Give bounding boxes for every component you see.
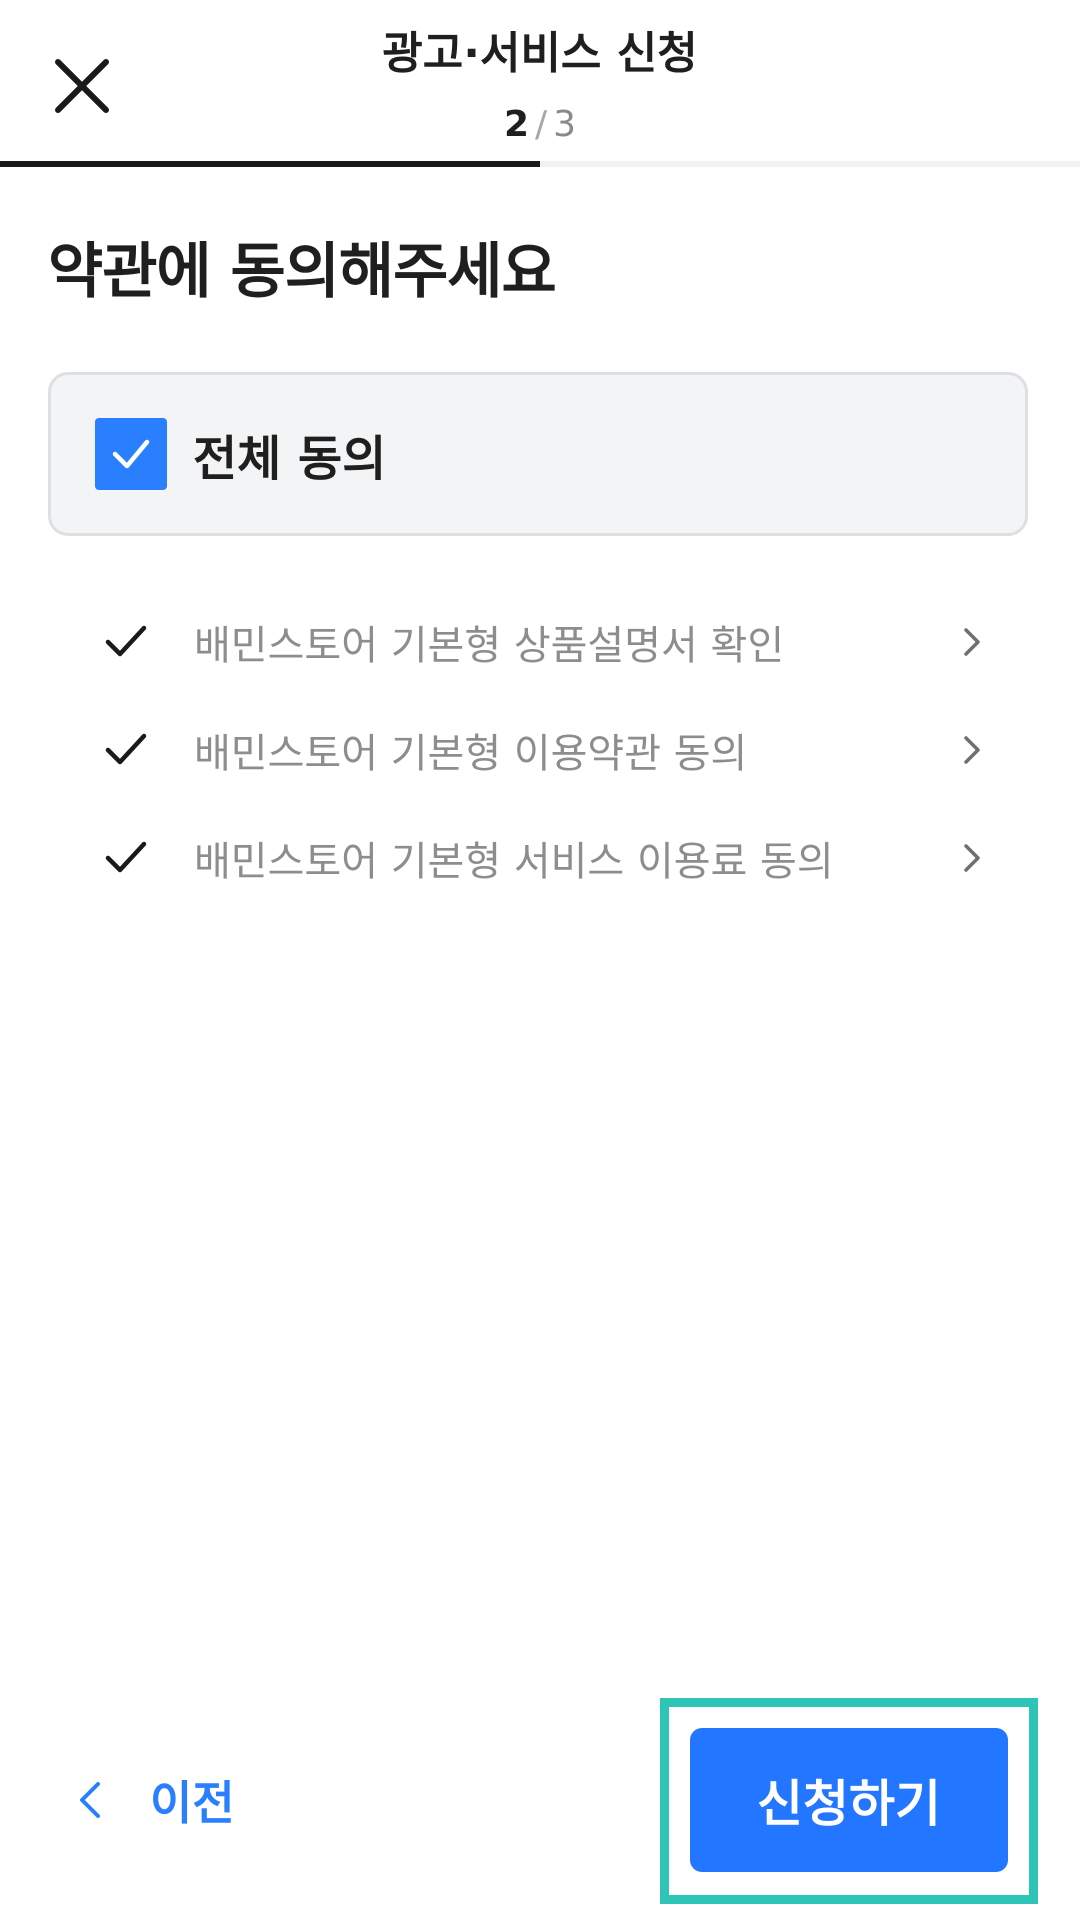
- agree-all-checkbox-row[interactable]: 전체 동의: [48, 372, 1028, 536]
- term-label: 배민스토어 기본형 이용약관 동의: [194, 731, 748, 777]
- chevron-left-icon: [70, 1772, 110, 1828]
- page-title: 약관에 동의해주세요: [48, 237, 557, 307]
- term-label: 배민스토어 기본형 상품설명서 확인: [194, 623, 785, 669]
- term-item-product-description[interactable]: 배민스토어 기본형 상품설명서 확인: [48, 588, 1028, 696]
- checkbox-checked-icon[interactable]: [95, 418, 167, 490]
- check-icon[interactable]: [102, 834, 150, 882]
- checkmark-icon: [112, 439, 150, 469]
- check-icon[interactable]: [102, 618, 150, 666]
- term-item-terms-of-use[interactable]: 배민스토어 기본형 이용약관 동의: [48, 696, 1028, 804]
- step-indicator: 2/3: [0, 104, 1080, 146]
- header-title: 광고·서비스 신청: [382, 28, 698, 79]
- check-icon[interactable]: [102, 726, 150, 774]
- terms-list: 배민스토어 기본형 상품설명서 확인 배민스토어 기본형 이용약관 동의 배민스…: [48, 588, 1028, 912]
- app-header: 광고·서비스 신청 2/3: [0, 0, 1080, 168]
- step-separator: /: [535, 104, 548, 145]
- progress-fill: [0, 161, 540, 167]
- progress-bar: [0, 161, 1080, 167]
- agree-all-label: 전체 동의: [193, 431, 387, 487]
- term-label: 배민스토어 기본형 서비스 이용료 동의: [194, 839, 834, 885]
- prev-button[interactable]: 이전: [70, 1760, 235, 1840]
- chevron-right-icon[interactable]: [954, 726, 990, 774]
- step-total: 3: [553, 104, 577, 145]
- prev-label: 이전: [150, 1776, 235, 1830]
- term-item-service-fee[interactable]: 배민스토어 기본형 서비스 이용료 동의: [48, 804, 1028, 912]
- step-current: 2: [503, 104, 529, 145]
- chevron-right-icon[interactable]: [954, 618, 990, 666]
- chevron-right-icon[interactable]: [954, 834, 990, 882]
- submit-button[interactable]: 신청하기: [690, 1728, 1008, 1872]
